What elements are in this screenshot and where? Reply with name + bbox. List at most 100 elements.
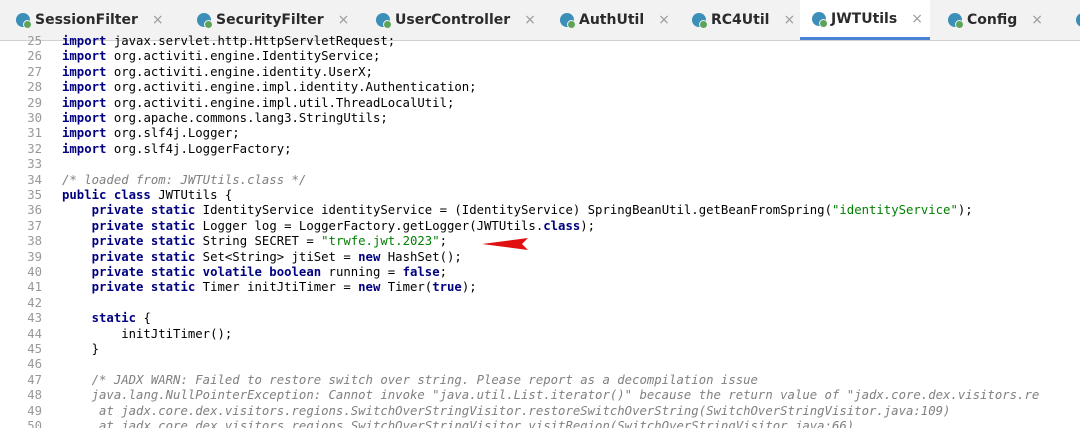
- code-token: public class: [62, 188, 151, 202]
- code-token: org.slf4j.Logger;: [106, 126, 240, 141]
- close-icon[interactable]: ×: [152, 12, 164, 28]
- line-number: 41: [27, 280, 42, 295]
- code-token: import: [62, 111, 107, 125]
- code-token: org.activiti.engine.identity.UserX;: [106, 64, 373, 79]
- code-token: /* JADX WARN: Failed to restore switch o…: [91, 372, 758, 387]
- code-text: import org.activiti.engine.identity.User…: [62, 65, 373, 80]
- code-text: private static IdentityService identityS…: [62, 203, 973, 218]
- code-text: import org.slf4j.Logger;: [62, 126, 240, 141]
- close-icon[interactable]: ×: [1031, 12, 1043, 28]
- class-file-icon: [376, 13, 392, 29]
- code-text: import org.slf4j.LoggerFactory;: [62, 142, 292, 157]
- code-text: at jadx.core.dex.visitors.regions.Switch…: [62, 419, 854, 428]
- code-text: /* JADX WARN: Failed to restore switch o…: [62, 373, 758, 388]
- code-text: import org.activiti.engine.impl.util.Thr…: [62, 96, 454, 111]
- code-token: );: [580, 218, 596, 233]
- code-token: HashSet();: [380, 249, 462, 264]
- code-line: 38 private static String SECRET = "trwfe…: [0, 234, 1080, 249]
- line-number: 48: [27, 388, 42, 403]
- code-token: initJtiTimer();: [62, 326, 233, 341]
- code-token: org.apache.commons.lang3.StringUtils;: [106, 111, 388, 125]
- code-text: private static volatile boolean running …: [62, 265, 447, 280]
- line-number: 26: [27, 49, 42, 64]
- code-token: import: [62, 126, 107, 141]
- code-text: at jadx.core.dex.visitors.regions.Switch…: [62, 404, 950, 419]
- line-number: 45: [27, 342, 42, 356]
- line-number: 34: [27, 172, 42, 187]
- code-token: {: [136, 311, 151, 326]
- class-file-icon: [812, 11, 828, 28]
- tab-label: UserController: [395, 12, 511, 28]
- code-token: running =: [321, 265, 403, 279]
- code-text: import javax.servlet.http.HttpServletReq…: [62, 34, 395, 49]
- code-line: 37 private static Logger log = LoggerFac…: [0, 219, 1080, 234]
- line-number: 28: [27, 80, 42, 95]
- line-number: 30: [27, 111, 42, 125]
- code-line: 45 }: [0, 342, 1080, 357]
- code-line: 34 /* loaded from: JWTUtils.class */: [0, 173, 1080, 188]
- close-icon[interactable]: ×: [524, 12, 536, 28]
- code-text: private static Logger log = LoggerFactor…: [62, 219, 595, 234]
- code-line: 42: [0, 296, 1080, 311]
- code-text: import org.activiti.engine.IdentityServi…: [62, 49, 380, 64]
- class-file-icon: [16, 13, 32, 29]
- code-token: import: [62, 141, 107, 156]
- code-line: 28 import org.activiti.engine.impl.identi…: [0, 80, 1080, 95]
- code-line: 32 import org.slf4j.LoggerFactory;: [0, 142, 1080, 157]
- code-token: );: [461, 280, 477, 295]
- code-text: initJtiTimer();: [62, 327, 232, 342]
- code-line: 44 initJtiTimer();: [0, 327, 1080, 342]
- line-number: 43: [27, 311, 42, 326]
- line-number: 40: [27, 265, 42, 279]
- code-token: org.activiti.engine.impl.identity.Authen…: [106, 80, 477, 95]
- class-file-icon: [560, 13, 576, 29]
- code-token: import: [62, 64, 107, 79]
- tab-label: AuthUtil: [579, 12, 645, 28]
- code-line: 30 import org.apache.commons.lang3.String…: [0, 111, 1080, 126]
- code-token: IdentityService identityService = (Ident…: [195, 203, 832, 218]
- close-icon[interactable]: ×: [338, 12, 350, 28]
- code-line: 36 private static IdentityService identi…: [0, 203, 1080, 218]
- code-token: private static: [91, 203, 196, 218]
- code-text: import org.activiti.engine.impl.identity…: [62, 80, 477, 95]
- code-text: private static String SECRET = "trwfe.jw…: [62, 234, 447, 249]
- close-icon[interactable]: ×: [783, 12, 795, 28]
- code-line: 35 public class JWTUtils {: [0, 188, 1080, 203]
- code-text: private static Set<String> jtiSet = new …: [62, 250, 462, 265]
- line-number: 32: [27, 141, 42, 156]
- code-token: at jadx.core.dex.visitors.regions.Switch…: [91, 403, 951, 418]
- close-icon[interactable]: ×: [911, 11, 923, 27]
- code-token: import: [62, 34, 107, 48]
- class-file-icon: [197, 13, 213, 29]
- code-token: Logger log = LoggerFactory.getLogger(JWT…: [195, 218, 544, 233]
- code-editor[interactable]: 25 import javax.servlet.http.HttpServletR…: [0, 34, 1080, 428]
- code-token: class: [543, 218, 581, 233]
- code-text: import org.apache.commons.lang3.StringUt…: [62, 111, 388, 126]
- line-number: 46: [27, 357, 42, 372]
- code-line: 27 import org.activiti.engine.identity.Us…: [0, 65, 1080, 80]
- class-file-icon: [1076, 13, 1080, 27]
- line-number: 47: [27, 372, 42, 387]
- close-icon[interactable]: ×: [658, 12, 670, 28]
- code-token: "identityService": [831, 203, 958, 218]
- line-number: 39: [27, 249, 42, 264]
- code-text: }: [62, 342, 99, 357]
- code-line: 33: [0, 157, 1080, 172]
- code-token: true: [432, 280, 462, 295]
- code-token: private static: [91, 218, 196, 233]
- code-text: java.lang.NullPointerException: Cannot i…: [62, 388, 1040, 403]
- code-token: Timer(: [380, 280, 433, 295]
- code-token: javax.servlet.http.HttpServletRequest;: [106, 34, 396, 48]
- code-token: Timer initJtiTimer =: [195, 280, 359, 295]
- code-line: 26 import org.activiti.engine.IdentitySer…: [0, 49, 1080, 64]
- code-token: import: [62, 49, 107, 64]
- code-line: 48 java.lang.NullPointerException: Canno…: [0, 388, 1080, 403]
- code-line: 46: [0, 357, 1080, 372]
- line-number: 44: [27, 326, 42, 341]
- tab-label: RC4Util: [711, 12, 770, 28]
